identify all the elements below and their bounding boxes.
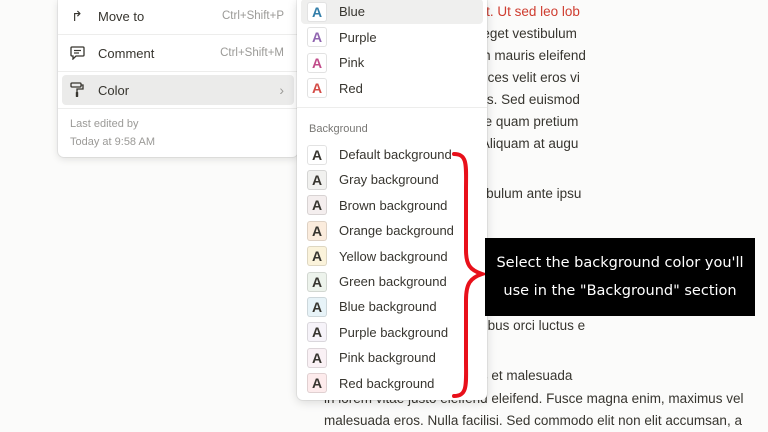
color-option-label: Gray background — [339, 172, 439, 188]
menu-divider — [58, 34, 298, 35]
red-brace-annotation — [452, 152, 488, 398]
comment-menu-item[interactable]: Comment Ctrl+Shift+M — [62, 38, 294, 68]
color-swatch-icon: A — [307, 144, 327, 165]
move-to-menu-item[interactable]: ↱ Move to Ctrl+Shift+P — [62, 1, 294, 31]
background-section-heading: Background — [309, 123, 368, 135]
comment-icon — [68, 44, 86, 62]
color-swatch-icon: A — [307, 220, 327, 241]
text-color-pink[interactable]: A Pink — [301, 50, 483, 75]
instruction-callout: Select the background color you'll use i… — [485, 238, 755, 316]
move-to-icon: ↱ — [71, 7, 83, 24]
color-swatch-icon: A — [307, 27, 327, 47]
color-option-label: Blue — [339, 4, 366, 19]
color-option-label: Blue background — [339, 299, 437, 315]
menu-divider — [58, 108, 298, 109]
chevron-right-icon: › — [279, 82, 284, 98]
document-text-line: malesuada eros. Nulla facilisi. Sed comm… — [324, 413, 742, 428]
text-color-red[interactable]: A Red — [301, 76, 483, 101]
color-swatch-icon: A — [307, 78, 327, 98]
paint-roller-icon — [68, 81, 86, 99]
color-swatch-icon: A — [307, 373, 327, 394]
color-swatch-icon: A — [307, 322, 327, 343]
comment-label: Comment — [98, 45, 155, 61]
text-color-purple[interactable]: A Purple — [301, 25, 483, 50]
last-edited-time: Today at 9:58 AM — [70, 136, 155, 148]
color-option-label: Yellow background — [339, 248, 448, 264]
color-swatch-icon: A — [307, 1, 327, 22]
color-option-label: Green background — [339, 274, 447, 289]
menu-divider — [297, 107, 487, 108]
menu-divider — [58, 71, 298, 72]
color-option-label: Red — [339, 80, 363, 96]
color-swatch-icon: A — [307, 271, 327, 292]
color-option-label: Purple background — [339, 324, 449, 340]
last-edited-label: Last edited by — [70, 118, 139, 130]
block-context-menu: ↱ Move to Ctrl+Shift+P Comment Ctrl+Shif… — [58, 0, 298, 157]
color-menu-item[interactable]: Color › — [62, 75, 294, 105]
color-option-label: Orange background — [339, 223, 454, 239]
text-color-blue[interactable]: A Blue — [301, 0, 483, 24]
color-option-label: Purple — [339, 29, 377, 45]
color-swatch-icon: A — [307, 195, 327, 216]
callout-line-1: Select the background color you'll — [496, 255, 744, 271]
color-swatch-icon: A — [307, 296, 327, 317]
color-swatch-icon: A — [307, 52, 327, 73]
color-swatch-icon: A — [307, 347, 327, 368]
color-option-label: Red background — [339, 375, 435, 391]
color-option-label: Pink — [339, 55, 365, 70]
color-label: Color — [98, 82, 130, 98]
callout-line-2: use in the "Background" section — [503, 283, 737, 299]
color-option-label: Pink background — [339, 350, 436, 366]
color-option-label: Brown background — [339, 197, 448, 213]
comment-shortcut: Ctrl+Shift+M — [220, 47, 284, 59]
color-option-label: Default background — [339, 147, 452, 162]
color-swatch-icon: A — [307, 246, 327, 267]
move-to-label: Move to — [98, 8, 145, 24]
color-swatch-icon: A — [307, 169, 327, 190]
move-to-shortcut: Ctrl+Shift+P — [222, 10, 284, 22]
